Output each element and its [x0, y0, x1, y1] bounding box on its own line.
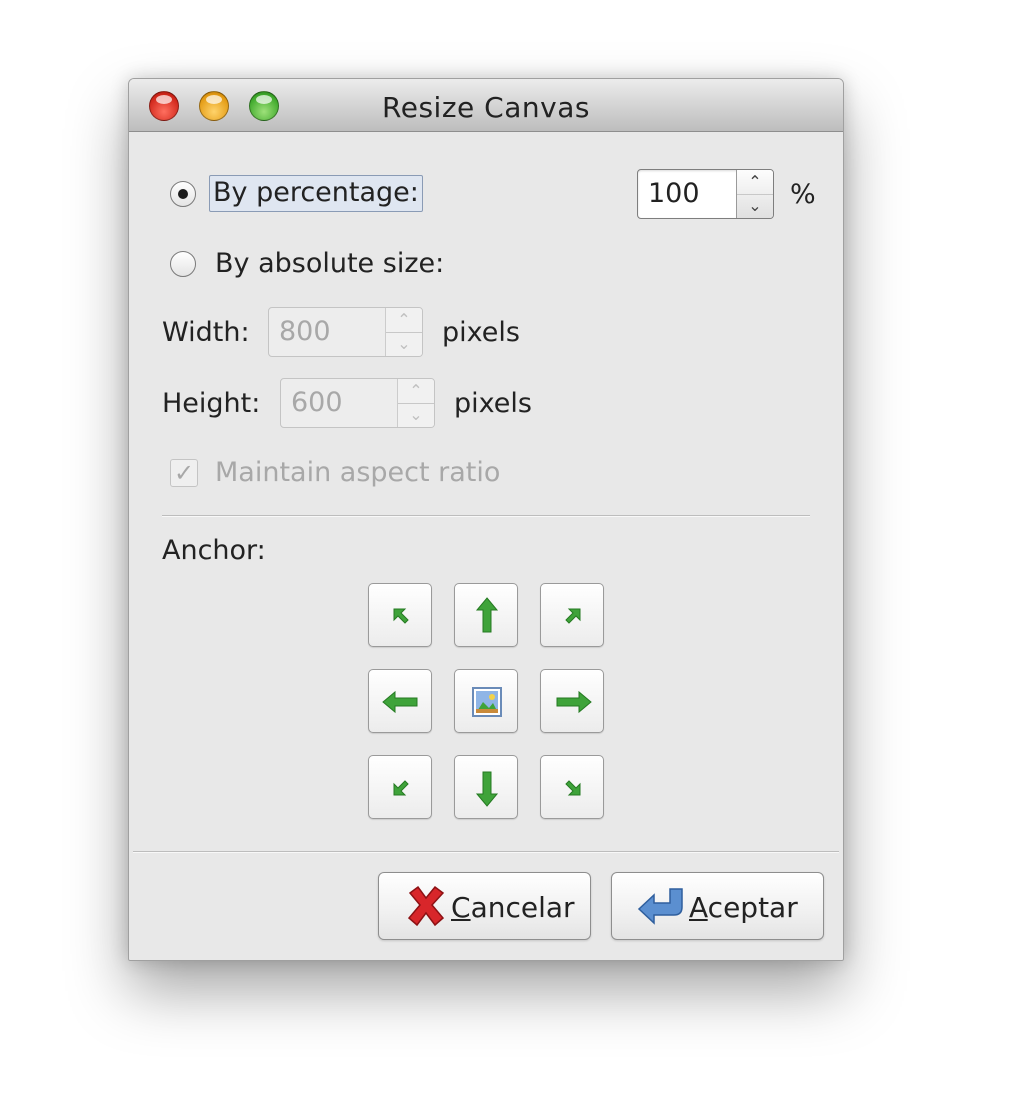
by-absolute-size-label: By absolute size:	[215, 248, 445, 279]
height-label: Height:	[162, 388, 261, 419]
buttons-divider	[133, 851, 839, 853]
percentage-unit: %	[790, 179, 816, 210]
arrow-up-left-icon	[393, 608, 409, 624]
maintain-aspect-ratio-label: Maintain aspect ratio	[215, 457, 501, 488]
picture-icon	[472, 687, 502, 717]
section-divider	[162, 515, 810, 517]
red-x-icon	[407, 885, 445, 927]
anchor-center-button[interactable]	[454, 669, 518, 733]
height-spinner-buttons: ⌃ ⌄	[397, 379, 434, 427]
cancel-button-label: Cancelar	[451, 891, 575, 924]
anchor-bottom-right-button[interactable]	[540, 755, 604, 819]
width-spinner[interactable]: 800 ⌃ ⌄	[268, 307, 423, 357]
percentage-spinner[interactable]: 100 ⌃ ⌄	[637, 169, 774, 219]
arrow-down-right-icon	[565, 780, 581, 796]
resize-canvas-dialog: Resize Canvas By percentage: 100 ⌃ ⌄ % B…	[128, 78, 844, 961]
ok-button[interactable]: Aceptar	[611, 872, 824, 940]
width-increment-button[interactable]: ⌃	[386, 308, 422, 333]
height-unit: pixels	[454, 388, 532, 419]
by-percentage-label: By percentage:	[213, 177, 419, 208]
percentage-decrement-button[interactable]: ⌄	[737, 194, 773, 218]
cancel-button[interactable]: Cancelar	[378, 872, 591, 940]
anchor-top-button[interactable]	[454, 583, 518, 647]
percentage-spinner-buttons: ⌃ ⌄	[736, 170, 773, 218]
anchor-right-button[interactable]	[540, 669, 604, 733]
height-spinner[interactable]: 600 ⌃ ⌄	[280, 378, 435, 428]
percentage-input[interactable]: 100	[648, 178, 700, 209]
by-percentage-radio[interactable]	[170, 181, 196, 207]
arrow-down-icon	[475, 771, 499, 807]
arrow-down-left-icon	[393, 780, 409, 796]
return-arrow-icon	[637, 888, 683, 925]
anchor-top-left-button[interactable]	[368, 583, 432, 647]
height-increment-button[interactable]: ⌃	[398, 379, 434, 404]
width-label: Width:	[162, 317, 250, 348]
height-decrement-button[interactable]: ⌄	[398, 403, 434, 427]
ok-button-label: Aceptar	[689, 891, 798, 924]
window-title: Resize Canvas	[382, 91, 590, 124]
width-unit: pixels	[442, 317, 520, 348]
anchor-bottom-left-button[interactable]	[368, 755, 432, 819]
width-spinner-buttons: ⌃ ⌄	[385, 308, 422, 356]
percentage-increment-button[interactable]: ⌃	[737, 170, 773, 195]
arrow-right-icon	[556, 690, 592, 714]
title-bar[interactable]: Resize Canvas	[129, 79, 843, 132]
width-input[interactable]: 800	[279, 316, 331, 347]
arrow-up-right-icon	[565, 608, 581, 624]
anchor-top-right-button[interactable]	[540, 583, 604, 647]
height-input[interactable]: 600	[291, 387, 343, 418]
arrow-left-icon	[382, 690, 418, 714]
by-absolute-size-radio[interactable]	[170, 251, 196, 277]
maintain-aspect-ratio-checkbox[interactable]: ✓	[170, 459, 198, 487]
width-decrement-button[interactable]: ⌄	[386, 332, 422, 356]
by-percentage-label-focus[interactable]: By percentage:	[209, 175, 423, 212]
anchor-left-button[interactable]	[368, 669, 432, 733]
arrow-up-icon	[475, 597, 499, 633]
anchor-bottom-button[interactable]	[454, 755, 518, 819]
anchor-label: Anchor:	[162, 535, 266, 566]
